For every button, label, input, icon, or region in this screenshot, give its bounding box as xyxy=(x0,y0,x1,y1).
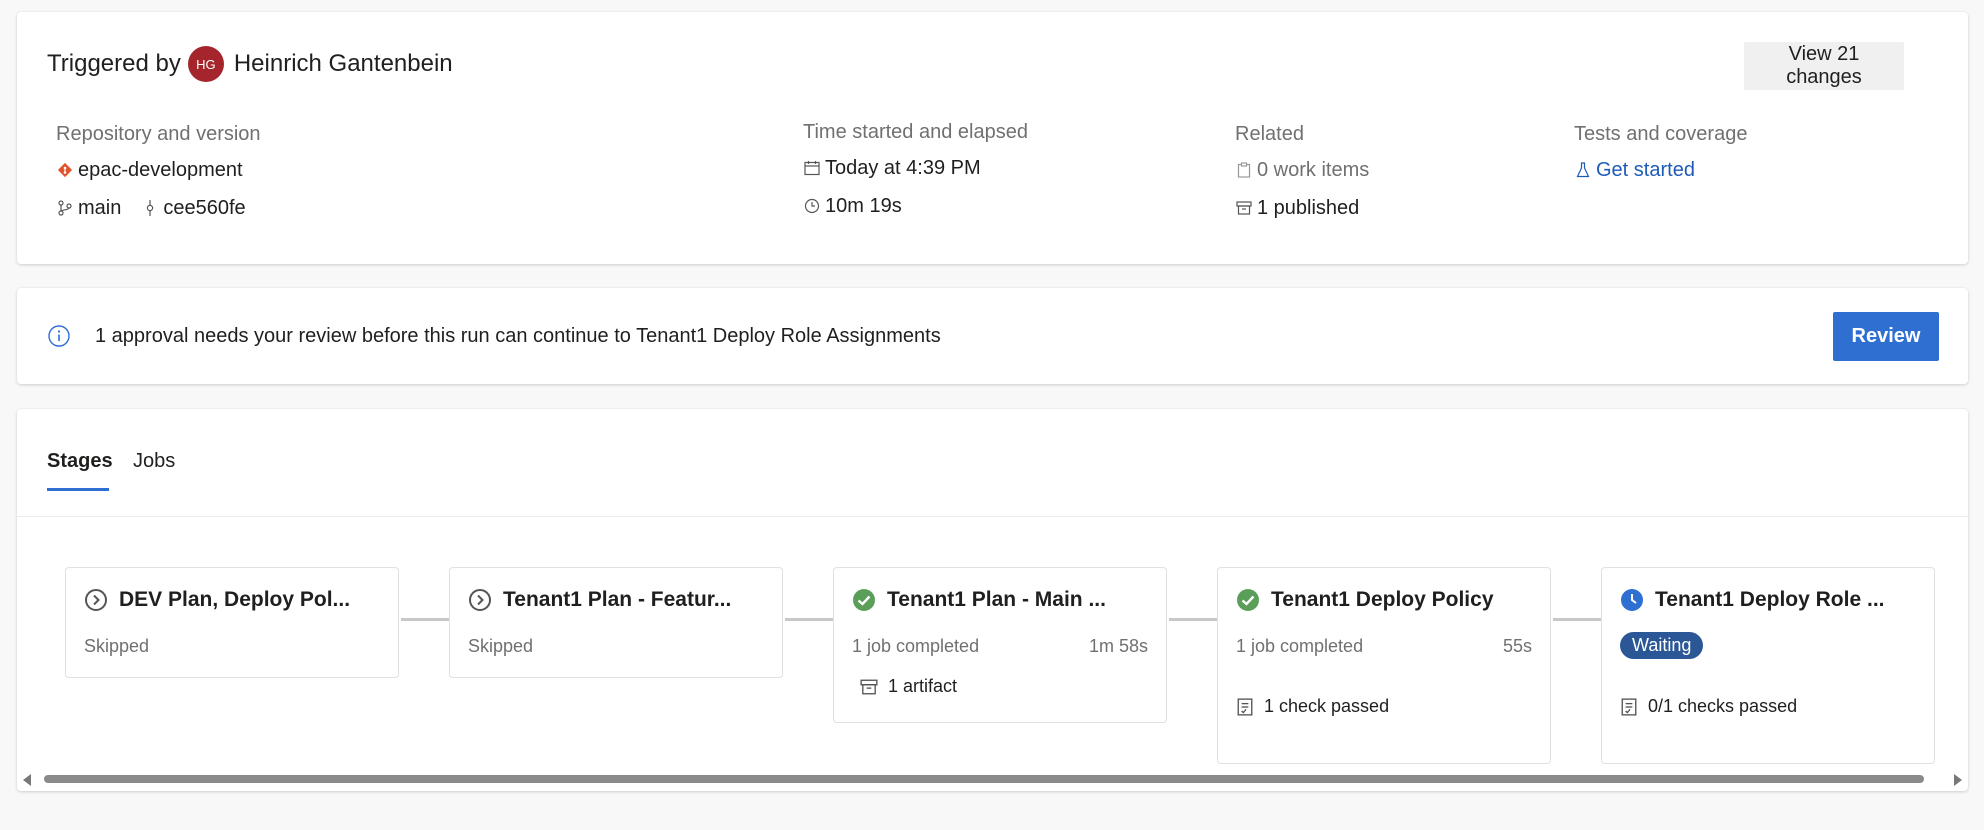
triggered-by-label: Triggered by xyxy=(47,50,181,77)
git-repo-icon xyxy=(56,161,74,179)
stage-artifact-count[interactable]: 1 artifact xyxy=(888,676,957,697)
scroll-left-arrow-icon[interactable] xyxy=(23,774,31,786)
user-name[interactable]: Heinrich Gantenbein xyxy=(234,50,453,78)
repository-section: Repository and version epac-development … xyxy=(56,123,261,227)
scroll-right-arrow-icon[interactable] xyxy=(1954,774,1962,786)
active-tab-indicator xyxy=(47,488,109,491)
tests-section: Tests and coverage Get started xyxy=(1574,123,1747,189)
published-row[interactable]: 1 published xyxy=(1235,189,1369,227)
stage-connector xyxy=(401,618,449,621)
stage-card[interactable]: Tenant1 Plan - Main ... 1 job completed … xyxy=(833,567,1167,723)
stage-name: DEV Plan, Deploy Pol... xyxy=(119,588,351,611)
artifact-icon xyxy=(1235,199,1253,217)
info-icon xyxy=(48,325,70,347)
stage-name: Tenant1 Plan - Featur... xyxy=(503,588,732,611)
stage-connector xyxy=(785,618,833,621)
approval-banner: 1 approval needs your review before this… xyxy=(17,288,1968,384)
approval-message: 1 approval needs your review before this… xyxy=(95,325,941,347)
waiting-clock-icon xyxy=(1621,589,1643,611)
repository-header: Repository and version xyxy=(56,123,261,145)
flask-icon xyxy=(1574,161,1592,179)
calendar-icon xyxy=(803,159,821,177)
stage-duration: 1m 58s xyxy=(1088,636,1148,656)
horizontal-scrollbar[interactable] xyxy=(17,771,1968,787)
tabs-divider xyxy=(17,516,1968,517)
clock-icon xyxy=(803,197,821,215)
version-row: main cee560fe xyxy=(56,189,261,227)
stage-status: Skipped xyxy=(468,636,534,656)
tab-stages[interactable]: Stages xyxy=(47,450,113,473)
stage-checks[interactable]: 1 check passed xyxy=(1264,696,1389,717)
time-elapsed: 10m 19s xyxy=(825,194,902,217)
stage-connector xyxy=(1169,618,1217,621)
success-icon xyxy=(853,589,875,611)
stage-checks[interactable]: 0/1 checks passed xyxy=(1648,696,1797,717)
success-icon xyxy=(1237,589,1259,611)
stage-jobs-summary: 1 job completed xyxy=(852,636,980,656)
related-section: Related 0 work items 1 published xyxy=(1235,123,1369,227)
stage-card[interactable]: Tenant1 Plan - Featur... Skipped xyxy=(449,567,783,678)
stage-card[interactable]: Tenant1 Deploy Role ... Waiting 0/1 chec… xyxy=(1601,567,1935,764)
time-started-row: Today at 4:39 PM xyxy=(803,149,1028,187)
view-changes-button[interactable]: View 21 changes xyxy=(1744,42,1904,90)
stage-name: Tenant1 Plan - Main ... xyxy=(887,588,1106,611)
stage-connector xyxy=(1553,618,1601,621)
stage-jobs-summary: 1 job completed xyxy=(1236,636,1364,656)
elapsed-row: 10m 19s xyxy=(803,187,1028,225)
repo-row[interactable]: epac-development xyxy=(56,151,261,189)
waiting-badge: Waiting xyxy=(1620,632,1704,659)
clipboard-icon xyxy=(1235,161,1253,179)
time-section: Time started and elapsed Today at 4:39 P… xyxy=(803,121,1028,225)
tab-jobs[interactable]: Jobs xyxy=(133,450,175,473)
repo-name[interactable]: epac-development xyxy=(78,159,243,182)
skipped-icon xyxy=(469,589,491,611)
tests-row[interactable]: Get started xyxy=(1574,151,1747,189)
commit-icon xyxy=(141,199,159,217)
time-header: Time started and elapsed xyxy=(803,121,1028,143)
artifact-icon xyxy=(860,679,878,694)
stage-name: Tenant1 Deploy Policy xyxy=(1271,588,1494,611)
skipped-icon xyxy=(85,589,107,611)
get-started-link[interactable]: Get started xyxy=(1596,159,1695,182)
review-button[interactable]: Review xyxy=(1833,312,1939,361)
checklist-icon xyxy=(1621,697,1637,716)
stage-duration: 55s xyxy=(1502,636,1532,656)
commit-id[interactable]: cee560fe xyxy=(163,197,245,220)
stage-card[interactable]: DEV Plan, Deploy Pol... Skipped xyxy=(65,567,399,678)
scrollbar-thumb[interactable] xyxy=(44,775,1924,783)
checklist-icon xyxy=(1237,697,1253,716)
stage-checks-link[interactable]: 1 check passed xyxy=(1236,696,1389,717)
published-artifacts[interactable]: 1 published xyxy=(1257,197,1359,220)
related-header: Related xyxy=(1235,123,1304,145)
time-started: Today at 4:39 PM xyxy=(825,156,981,179)
stage-status: Skipped xyxy=(84,636,150,656)
work-items-row[interactable]: 0 work items xyxy=(1235,151,1369,189)
branch-name[interactable]: main xyxy=(78,197,121,220)
tests-header: Tests and coverage xyxy=(1574,123,1748,145)
triggered-by: Triggered by HG Heinrich Gantenbein xyxy=(47,46,453,82)
run-summary-card: Triggered by HG Heinrich Gantenbein View… xyxy=(17,12,1968,264)
stage-artifact-link[interactable]: 1 artifact xyxy=(860,676,957,697)
stages-panel: Stages Jobs DEV Plan, Deploy Pol... Skip… xyxy=(17,409,1968,791)
stage-card[interactable]: Tenant1 Deploy Policy 1 job completed 55… xyxy=(1217,567,1551,764)
avatar[interactable]: HG xyxy=(187,46,224,82)
stage-checks-link[interactable]: 0/1 checks passed xyxy=(1620,696,1797,717)
work-items[interactable]: 0 work items xyxy=(1257,159,1369,182)
stage-name: Tenant1 Deploy Role ... xyxy=(1655,588,1885,611)
branch-icon xyxy=(56,199,74,217)
